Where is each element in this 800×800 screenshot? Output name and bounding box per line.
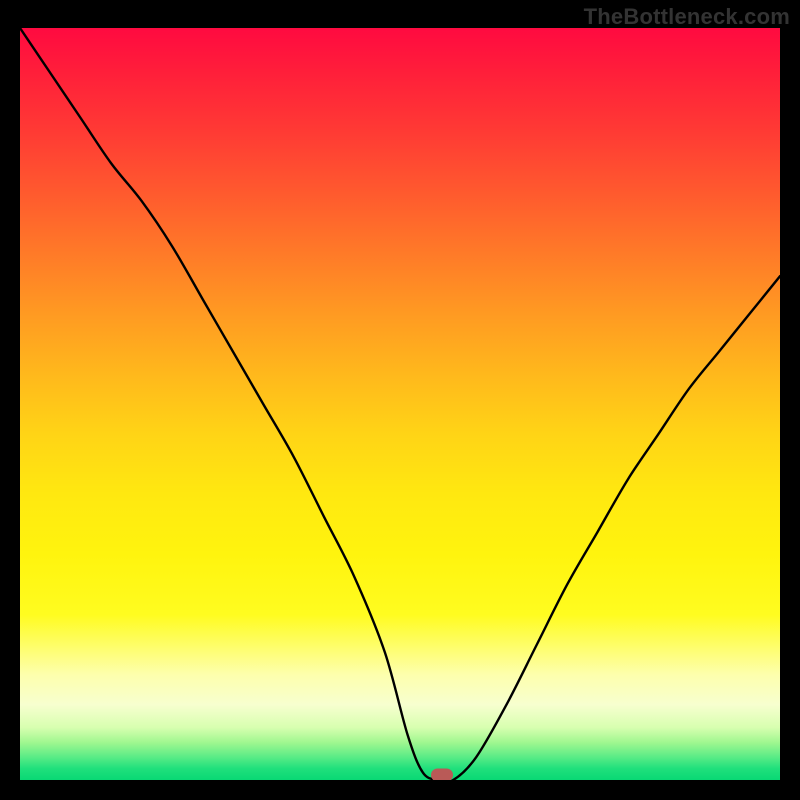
bottleneck-curve (20, 28, 780, 780)
watermark-text: TheBottleneck.com (584, 4, 790, 30)
optimal-point-marker (431, 769, 453, 780)
plot-area (20, 28, 780, 780)
chart-frame: TheBottleneck.com (0, 0, 800, 800)
